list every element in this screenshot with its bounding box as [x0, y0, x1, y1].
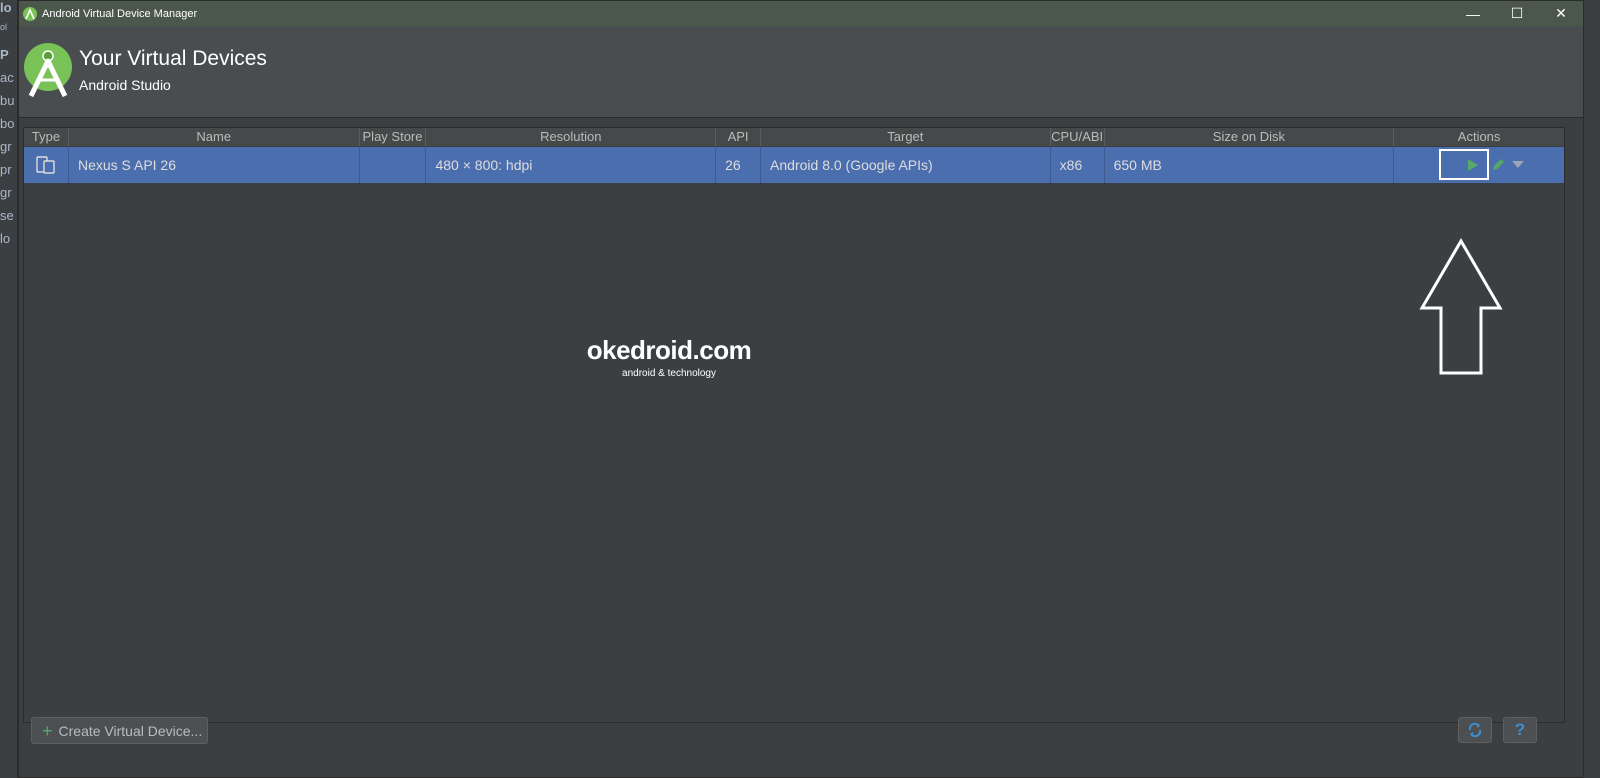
refresh-button[interactable] — [1458, 717, 1492, 743]
cell-play-store — [360, 147, 427, 183]
page-subtitle: Android Studio — [79, 77, 171, 93]
title-bar[interactable]: Android Virtual Device Manager — ☐ ✕ — [19, 1, 1583, 26]
background-text: pr — [0, 162, 12, 177]
close-button[interactable]: ✕ — [1539, 1, 1583, 26]
cell-actions — [1394, 147, 1564, 183]
table-row[interactable]: Nexus S API 26 480 × 800: hdpi 26 Androi… — [24, 147, 1564, 183]
column-header-cpu-abi[interactable]: CPU/ABI — [1051, 128, 1105, 146]
column-header-actions[interactable]: Actions — [1394, 128, 1564, 146]
pencil-icon[interactable] — [1491, 158, 1505, 172]
play-icon — [1468, 158, 1479, 171]
dropdown-icon[interactable] — [1512, 161, 1525, 169]
window-controls: — ☐ ✕ — [1451, 1, 1583, 26]
help-button[interactable]: ? — [1503, 717, 1537, 743]
plus-icon: + — [42, 720, 53, 741]
cell-size-on-disk: 650 MB — [1105, 147, 1395, 183]
page-title: Your Virtual Devices — [79, 47, 267, 70]
column-header-play-store[interactable]: Play Store — [360, 128, 427, 146]
background-text: lo — [0, 0, 12, 15]
column-header-resolution[interactable]: Resolution — [426, 128, 717, 146]
background-text: lo — [0, 231, 11, 246]
android-studio-logo-icon — [24, 43, 72, 98]
background-text: gr — [0, 185, 12, 200]
cell-api: 26 — [716, 147, 762, 183]
column-header-api[interactable]: API — [716, 128, 762, 146]
cell-name: Nexus S API 26 — [69, 147, 360, 183]
cell-cpu-abi: x86 — [1051, 147, 1105, 183]
background-text: se — [0, 208, 14, 223]
window-title: Android Virtual Device Manager — [42, 7, 198, 20]
watermark: okedroid.com android & technology — [569, 335, 769, 379]
refresh-icon — [1468, 722, 1482, 738]
launch-avd-button[interactable] — [1439, 149, 1490, 180]
watermark-main: okedroid.com — [586, 335, 752, 365]
background-text: bo — [0, 116, 15, 131]
create-virtual-device-button[interactable]: + Create Virtual Device... — [31, 717, 208, 744]
column-header-type[interactable]: Type — [24, 128, 69, 146]
device-table: Type Name Play Store Resolution API Targ… — [23, 127, 1565, 723]
column-header-size-on-disk[interactable]: Size on Disk — [1105, 128, 1395, 146]
cell-resolution: 480 × 800: hdpi — [426, 147, 717, 183]
up-arrow-annotation-icon — [1419, 238, 1503, 375]
watermark-sub: android & technology — [622, 368, 716, 379]
background-text: ol — [0, 22, 8, 32]
avd-manager-window: Android Virtual Device Manager — ☐ ✕ You… — [18, 0, 1584, 778]
column-header-name[interactable]: Name — [69, 128, 360, 146]
maximize-button[interactable]: ☐ — [1495, 1, 1539, 26]
background-text: ac — [0, 70, 14, 85]
table-header: Type Name Play Store Resolution API Targ… — [24, 128, 1564, 146]
phone-tablet-icon — [36, 156, 55, 174]
header-panel: Your Virtual Devices Android Studio — [19, 26, 1583, 118]
minimize-button[interactable]: — — [1451, 1, 1495, 26]
cell-type — [24, 147, 69, 183]
cell-target: Android 8.0 (Google APIs) — [761, 147, 1051, 183]
background-text: gr — [0, 139, 12, 154]
create-virtual-device-label: Create Virtual Device... — [58, 722, 203, 739]
background-text: bu — [0, 93, 15, 108]
column-header-target[interactable]: Target — [761, 128, 1051, 146]
android-studio-icon — [23, 6, 37, 21]
background-ide-window: lo ol P ac bu bo gr pr gr se lo — [0, 0, 18, 778]
background-text: P — [0, 47, 9, 62]
